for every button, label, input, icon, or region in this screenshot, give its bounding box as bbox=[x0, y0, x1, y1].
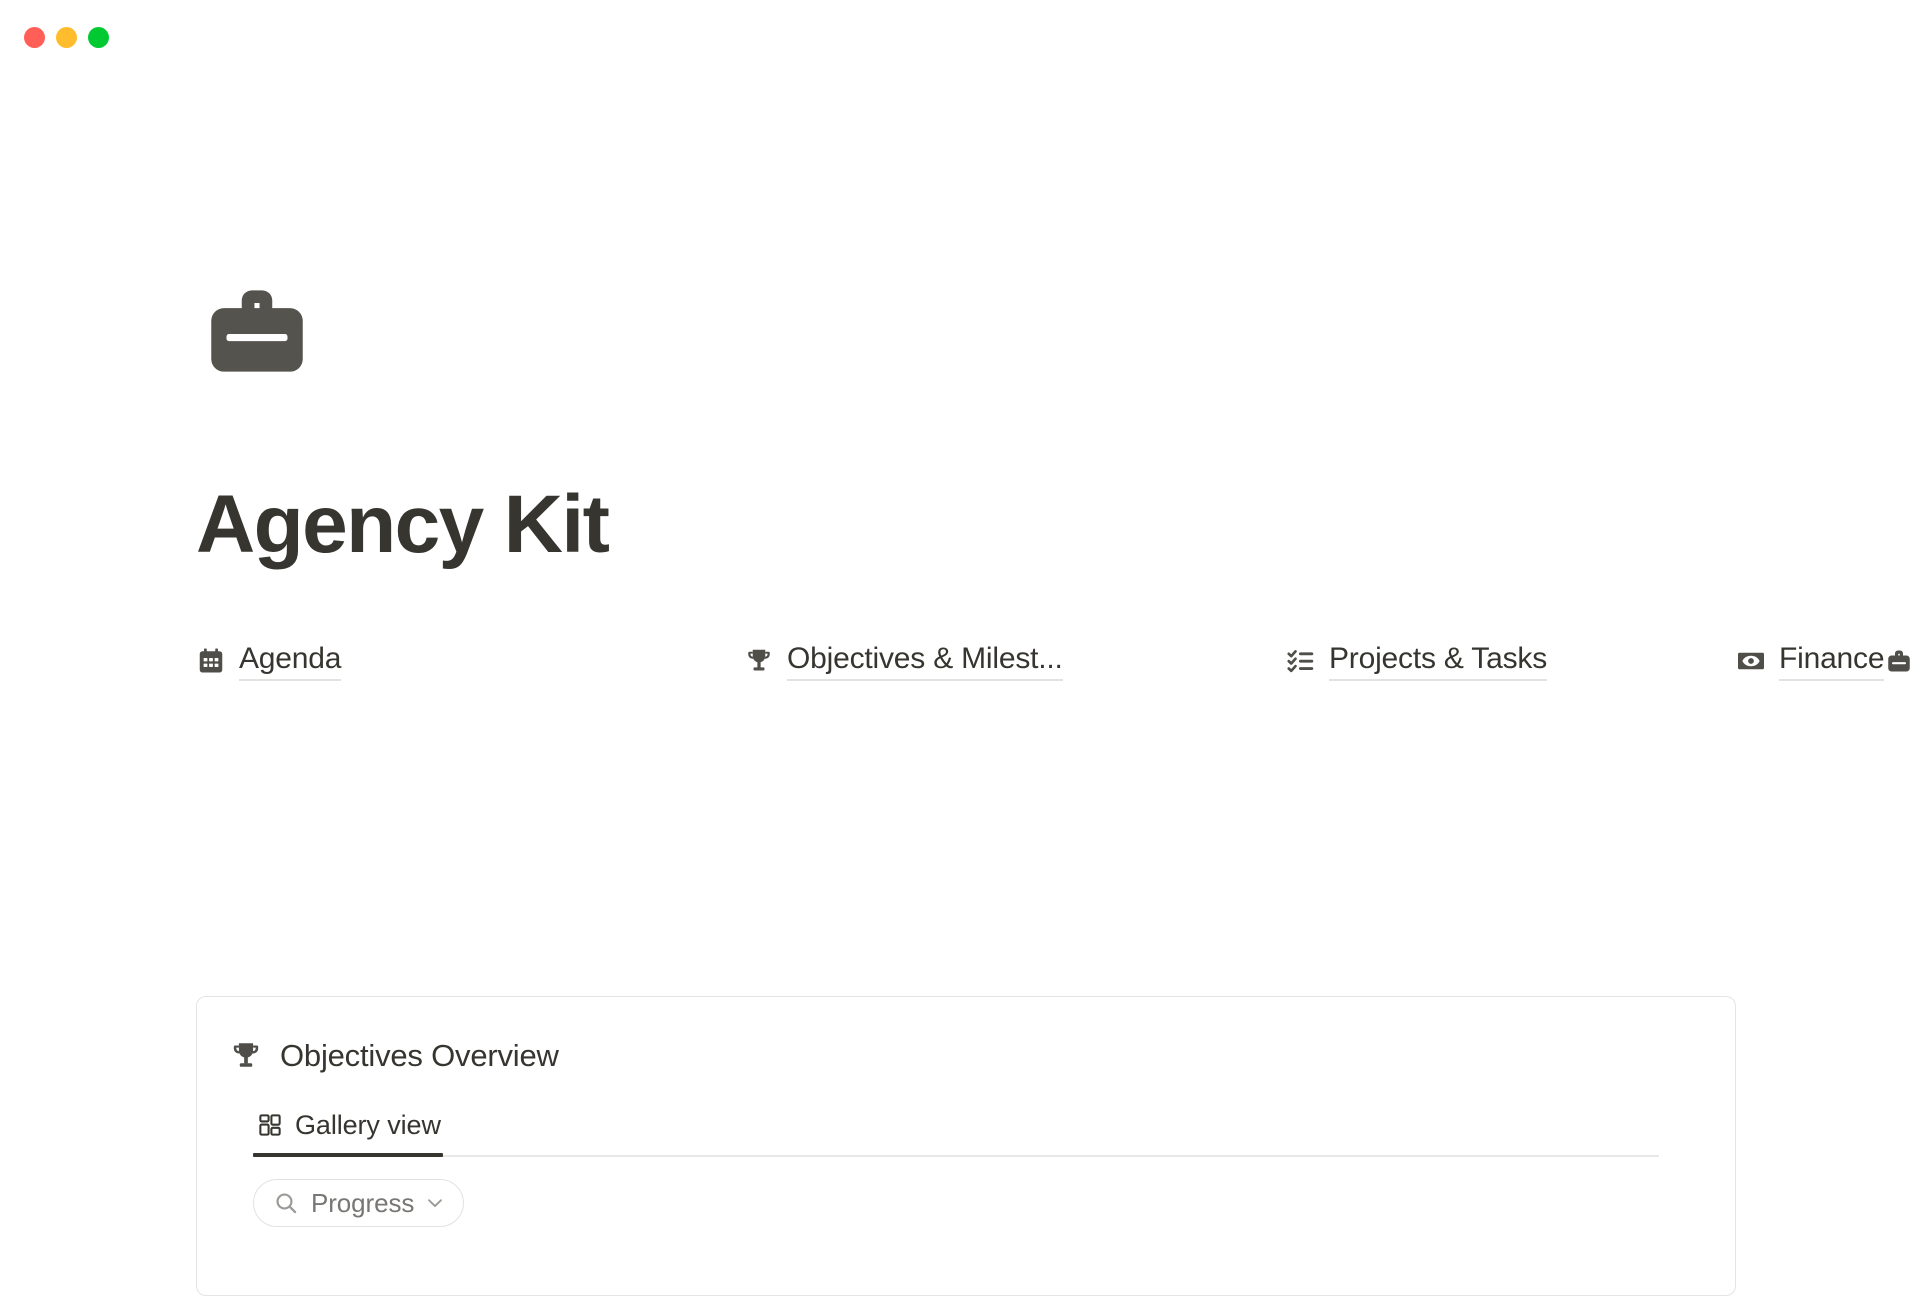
database-title: Objectives Overview bbox=[280, 1038, 559, 1073]
page-body: Agency Kit Agenda Objectives & Milest...… bbox=[0, 74, 1920, 1296]
tab-gallery-view[interactable]: Gallery view bbox=[253, 1101, 455, 1149]
minimize-window-button[interactable] bbox=[56, 26, 77, 48]
briefcase-icon bbox=[1884, 646, 1914, 676]
page-link-objectives-milestones[interactable]: Objectives & Milest... bbox=[744, 629, 1286, 693]
database-toolbar: Progress bbox=[253, 1179, 1735, 1227]
page-link-projects-tasks[interactable]: Projects & Tasks bbox=[1286, 629, 1736, 693]
page-link-label: Finance bbox=[1779, 642, 1885, 681]
tab-label: Gallery view bbox=[295, 1109, 441, 1140]
gallery-grid-icon bbox=[257, 1112, 283, 1138]
page-link-grid: Agenda Objectives & Milest... Projects &… bbox=[196, 629, 1911, 693]
page-link-label: Objectives & Milest... bbox=[787, 642, 1063, 681]
briefcase-icon[interactable] bbox=[196, 270, 318, 392]
page-link-label: Projects & Tasks bbox=[1329, 642, 1547, 681]
trophy-icon bbox=[744, 646, 774, 676]
trophy-icon bbox=[229, 1039, 263, 1073]
objectives-overview-database-card: Objectives Overview Gallery view Progres… bbox=[196, 996, 1736, 1296]
traffic-light-controls bbox=[24, 26, 109, 48]
active-tab-underline bbox=[253, 1153, 443, 1157]
banknote-icon bbox=[1736, 646, 1766, 676]
database-header: Objectives Overview bbox=[197, 997, 1735, 1074]
calendar-icon bbox=[196, 646, 226, 676]
page-title: Agency Kit bbox=[196, 479, 610, 570]
page-link-label: Agenda bbox=[239, 642, 341, 681]
checklist-icon bbox=[1286, 646, 1316, 676]
page-link-sales-crm[interactable]: Sales CRM bbox=[1884, 629, 1920, 693]
page-link-finance[interactable]: Finance bbox=[1736, 629, 1885, 693]
search-icon bbox=[273, 1190, 299, 1216]
window-titlebar bbox=[0, 0, 1920, 74]
close-window-button[interactable] bbox=[24, 26, 45, 48]
progress-filter-button[interactable]: Progress bbox=[253, 1179, 465, 1227]
tab-rail-divider bbox=[253, 1155, 1659, 1157]
maximize-window-button[interactable] bbox=[88, 26, 109, 48]
database-view-tabs: Gallery view bbox=[253, 1101, 1705, 1157]
page-link-agenda[interactable]: Agenda bbox=[196, 629, 744, 693]
chevron-down-icon bbox=[424, 1192, 446, 1214]
progress-filter-label: Progress bbox=[311, 1188, 415, 1218]
